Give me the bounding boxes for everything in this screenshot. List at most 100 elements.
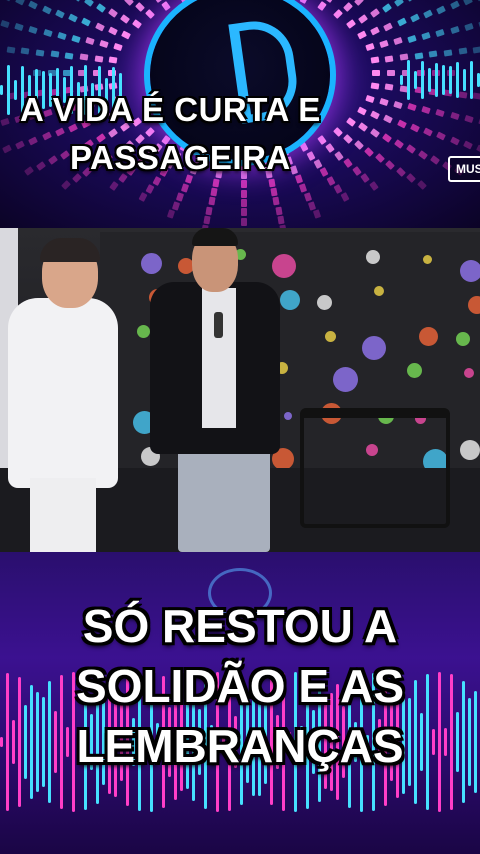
equalizer-dot: [14, 22, 25, 32]
equalizer-dot: [176, 191, 185, 202]
sound-bar: [435, 63, 438, 97]
stage-light: [456, 332, 470, 346]
equalizer-dot: [152, 0, 163, 4]
equalizer-dot: [94, 22, 105, 32]
equalizer-dot: [387, 70, 396, 76]
equalizer-dot: [416, 179, 427, 190]
equalizer-dot: [358, 13, 369, 24]
equalizer-dot: [275, 206, 283, 216]
equalizer-dot: [107, 8, 118, 18]
equalizer-dot: [41, 5, 52, 15]
equalizer-dot: [356, 30, 367, 40]
equalizer-dot: [2, 144, 12, 154]
stage-light: [325, 331, 336, 342]
equalizer-dot: [443, 49, 453, 57]
equalizer-dot: [179, 0, 189, 4]
equalizer-dot: [370, 8, 381, 18]
stage-light: [362, 336, 386, 360]
equalizer-dot: [55, 9, 65, 19]
equalizer-dot: [353, 0, 364, 6]
equalizer-dot: [343, 2, 353, 13]
equalizer-dot: [435, 109, 446, 118]
sound-bar: [442, 64, 445, 96]
sound-bar: [12, 720, 15, 764]
sound-bar: [462, 680, 465, 804]
equalizer-dot: [370, 56, 380, 64]
equalizer-dot: [79, 53, 89, 61]
equalizer-dot: [409, 13, 420, 23]
equalizer-dot: [435, 28, 446, 37]
equalizer-dot: [42, 28, 53, 37]
equalizer-dot: [414, 51, 424, 60]
equalizer-dot: [476, 0, 480, 2]
sound-bar: [456, 712, 459, 772]
equalizer-dot: [407, 34, 417, 43]
bottom-caption-line-2: SOLIDÃO E AS: [76, 660, 404, 712]
equalizer-dot: [20, 47, 30, 55]
equalizer-dot: [370, 26, 381, 36]
sound-bar: [463, 69, 466, 91]
stage-light: [407, 363, 422, 378]
equalizer-dot: [463, 22, 474, 32]
equalizer-dot: [83, 0, 94, 7]
equalizer-dot: [462, 140, 473, 150]
equalizer-dot: [346, 19, 357, 29]
sound-bar: [36, 691, 39, 793]
equalizer-dot: [421, 106, 432, 115]
equalizer-dot: [312, 209, 322, 220]
equalizer-dot: [15, 0, 26, 6]
equalizer-dot: [241, 199, 247, 208]
stage-light: [419, 327, 438, 346]
bottom-caption: SÓ RESTOU A SOLIDÃO E AS LEMBRANÇAS: [40, 596, 440, 776]
equalizer-dot: [272, 197, 280, 206]
equalizer-dot: [418, 150, 429, 160]
sound-bar: [0, 737, 3, 747]
equalizer-dot: [109, 180, 119, 191]
equalizer-dot: [171, 200, 180, 211]
equalizer-dot: [406, 0, 417, 2]
equalizer-dot: [476, 144, 480, 154]
sound-bar: [414, 71, 417, 89]
equalizer-dot: [423, 9, 433, 19]
equalizer-dot: [145, 9, 156, 20]
equalizer-dot: [430, 155, 441, 166]
stage-light: [460, 440, 480, 460]
equalizer-dot: [436, 131, 447, 141]
stage-light: [423, 255, 432, 264]
equalizer-dot: [428, 50, 438, 58]
equalizer-dot: [458, 91, 468, 99]
microphone-icon: [214, 312, 223, 338]
equalizer-dot: [277, 215, 285, 225]
equalizer-dot: [99, 40, 109, 49]
channel-tag: MUS: [448, 156, 480, 182]
equalizer-dot: [299, 183, 308, 193]
equalizer-dot: [332, 9, 343, 20]
stage-light: [141, 253, 162, 274]
equalizer-dot: [333, 183, 343, 194]
top-caption-line-2: PASSAGEIRA: [70, 139, 291, 176]
equalizer-dot: [81, 17, 92, 27]
equalizer-dot: [409, 123, 420, 133]
equalizer-dot: [394, 0, 405, 7]
stage-photo: [0, 228, 480, 552]
equalizer-dot: [71, 0, 82, 2]
equalizer-dot: [423, 127, 433, 137]
sound-bar: [444, 728, 447, 756]
equalizer-dot: [180, 183, 189, 193]
top-caption-line-1: A VIDA É CURTA E: [20, 91, 321, 128]
equalizer-dot: [28, 0, 39, 10]
equalizer-dot: [68, 13, 79, 23]
equalizer-dot: [449, 25, 460, 35]
sound-bar: [421, 61, 424, 99]
equalizer-dot: [35, 49, 45, 57]
equalizer-dot: [210, 187, 218, 197]
equalizer-dot: [472, 92, 480, 100]
equalizer-dot: [303, 191, 312, 202]
equalizer-dot: [124, 0, 135, 6]
equalizer-dot: [0, 117, 10, 126]
sound-bar: [407, 60, 410, 100]
equalizer-dot: [325, 0, 336, 4]
stage-light: [374, 286, 384, 296]
sound-bar: [449, 65, 452, 95]
equalizer-dot: [421, 31, 432, 40]
